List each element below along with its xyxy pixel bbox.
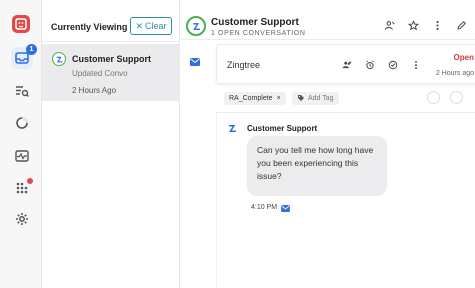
ticket-more-icon[interactable]: [410, 59, 421, 70]
clear-button[interactable]: ✕ Clear: [130, 17, 172, 35]
sender-logo-icon: [227, 123, 238, 134]
apps-notification-dot: [27, 178, 33, 184]
conversation-list-panel: Currently Viewing ✕ Clear Customer Suppo…: [42, 0, 180, 288]
reports-icon[interactable]: [13, 114, 31, 132]
message-time: 4:10 PM: [251, 204, 278, 211]
conversation-header: Customer Support 1 OPEN CONVERSATION: [181, 0, 475, 40]
logo-icon[interactable]: [12, 15, 30, 33]
ticket-actions: [341, 59, 421, 70]
tags-row: RA_Complete × Add Tag: [216, 90, 475, 108]
assign-user-icon[interactable]: [383, 19, 395, 31]
search-list-icon[interactable]: [13, 82, 31, 100]
message-thread: Customer Support Can you tell me how lon…: [216, 112, 475, 288]
remove-tag-icon[interactable]: ×: [277, 95, 281, 102]
header-actions: [383, 19, 467, 31]
list-header: Currently Viewing ✕ Clear: [42, 0, 180, 42]
conversation-time: 2 Hours Ago: [72, 86, 117, 95]
status-badge[interactable]: Open: [454, 53, 474, 62]
ticket-card[interactable]: Zingtree Open 2 Hours ago: [216, 44, 475, 84]
settings-icon[interactable]: [13, 210, 31, 228]
list-item[interactable]: Customer Support Updated Convo 2 Hours A…: [42, 44, 180, 101]
list-title: Currently Viewing: [51, 22, 128, 32]
left-rail: 1: [0, 0, 42, 288]
toggle-circle-icon[interactable]: [450, 91, 463, 104]
conversation-subtitle: Updated Convo: [72, 69, 128, 78]
star-icon[interactable]: [407, 19, 419, 31]
activity-icon[interactable]: [13, 147, 31, 165]
tag-icon: [297, 94, 305, 104]
email-icon: [281, 205, 290, 212]
message-sender: Customer Support: [247, 124, 318, 133]
open-conversation-count: 1 OPEN CONVERSATION: [211, 30, 306, 37]
assign-team-icon[interactable]: [341, 59, 352, 70]
close-icon: ✕: [135, 20, 144, 31]
inbox-badge: 1: [26, 44, 37, 55]
conversation-main-panel: Customer Support 1 OPEN CONVERSATION Zin…: [181, 0, 475, 288]
resolve-check-icon[interactable]: [387, 59, 398, 70]
customer-support-avatar-icon: [52, 52, 66, 66]
page-title: Customer Support: [211, 17, 299, 28]
more-options-icon[interactable]: [431, 19, 443, 31]
edit-icon[interactable]: [455, 19, 467, 31]
app-window: 1 Currently Viewing ✕ Clear Customer Sup…: [0, 0, 475, 288]
message-bubble: Can you tell me how long have you been e…: [247, 136, 387, 196]
toggle-circle-icon[interactable]: [427, 91, 440, 104]
customer-support-avatar-icon: [186, 16, 206, 36]
tag-label: RA_Complete: [229, 95, 273, 102]
tag-chip[interactable]: RA_Complete ×: [224, 92, 286, 105]
snooze-clock-icon[interactable]: [364, 59, 375, 70]
ticket-name: Zingtree: [227, 60, 261, 70]
clear-button-label: Clear: [145, 21, 167, 31]
email-channel-icon: [190, 58, 200, 66]
add-tag-button[interactable]: Add Tag: [292, 92, 339, 105]
add-tag-label: Add Tag: [308, 95, 334, 102]
ticket-time: 2 Hours ago: [435, 70, 474, 77]
conversation-name: Customer Support: [72, 54, 152, 64]
